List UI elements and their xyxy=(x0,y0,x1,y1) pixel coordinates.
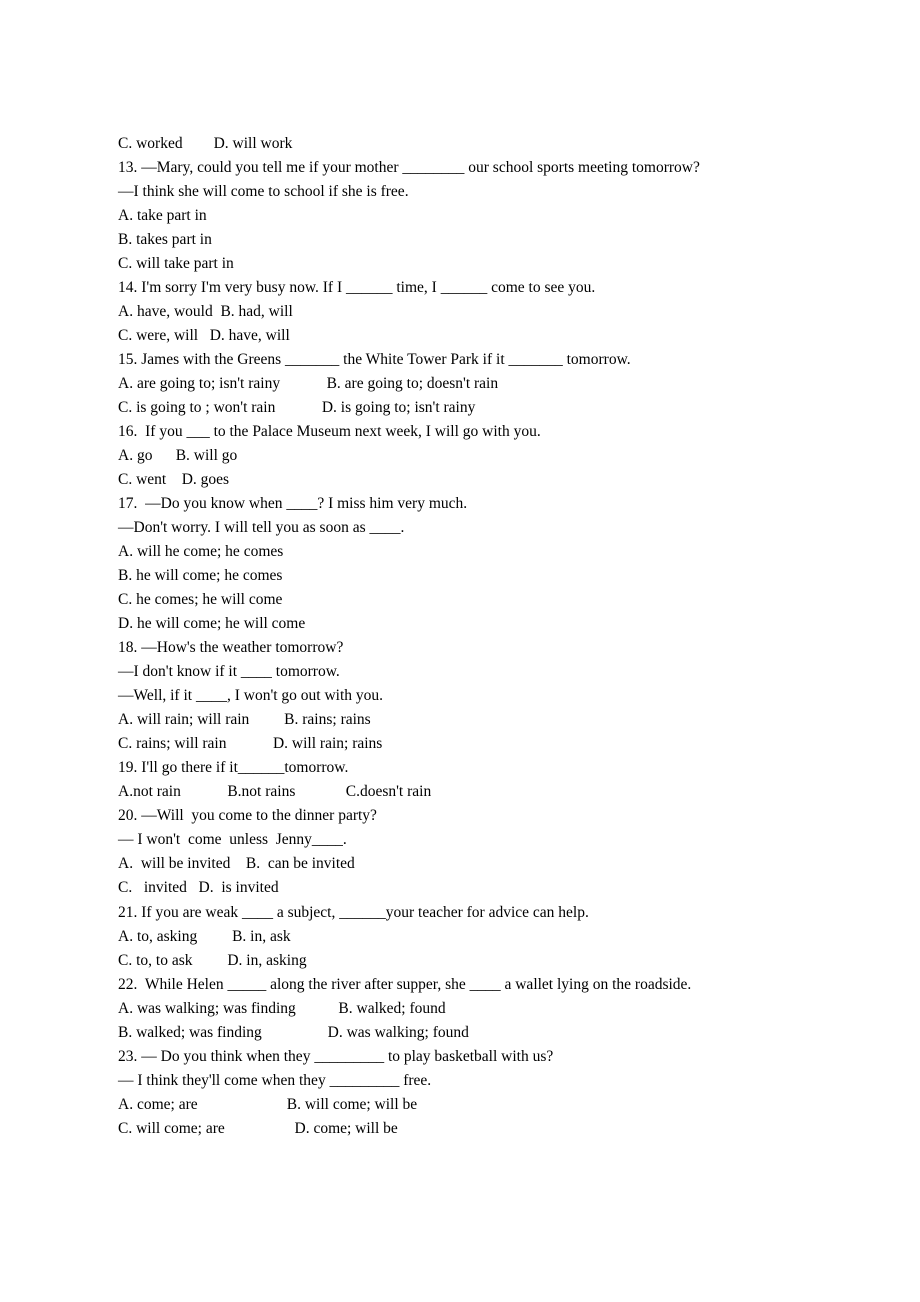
text-line: A. come; are B. will come; will be xyxy=(118,1093,805,1117)
text-line: 15. James with the Greens _______ the Wh… xyxy=(118,348,805,372)
text-line: C. worked D. will work xyxy=(118,132,805,156)
text-line: 14. I'm sorry I'm very busy now. If I __… xyxy=(118,276,805,300)
text-line: A. will he come; he comes xyxy=(118,540,805,564)
text-line: C. will take part in xyxy=(118,252,805,276)
text-line: C. will come; are D. come; will be xyxy=(118,1117,805,1141)
text-line: A. are going to; isn't rainy B. are goin… xyxy=(118,372,805,396)
text-line: B. walked; was finding D. was walking; f… xyxy=(118,1021,805,1045)
text-line: 22. While Helen _____ along the river af… xyxy=(118,973,805,997)
text-line: C. went D. goes xyxy=(118,468,805,492)
page-content: C. worked D. will work 13. —Mary, could … xyxy=(118,132,805,1141)
text-line: —I think she will come to school if she … xyxy=(118,180,805,204)
text-line: 20. —Will you come to the dinner party? xyxy=(118,804,805,828)
text-line: 21. If you are weak ____ a subject, ____… xyxy=(118,901,805,925)
text-line: C. to, to ask D. in, asking xyxy=(118,949,805,973)
text-line: A. was walking; was finding B. walked; f… xyxy=(118,997,805,1021)
text-line: C. invited D. is invited xyxy=(118,876,805,900)
text-line: A. will rain; will rain B. rains; rains xyxy=(118,708,805,732)
text-line: A. take part in xyxy=(118,204,805,228)
text-line: A. go B. will go xyxy=(118,444,805,468)
text-line: B. takes part in xyxy=(118,228,805,252)
text-line: 23. — Do you think when they _________ t… xyxy=(118,1045,805,1069)
text-line: — I think they'll come when they _______… xyxy=(118,1069,805,1093)
text-line: —Don't worry. I will tell you as soon as… xyxy=(118,516,805,540)
text-line: C. he comes; he will come xyxy=(118,588,805,612)
text-line: D. he will come; he will come xyxy=(118,612,805,636)
text-line: —Well, if it ____, I won't go out with y… xyxy=(118,684,805,708)
text-line: 17. —Do you know when ____? I miss him v… xyxy=(118,492,805,516)
text-line: A. to, asking B. in, ask xyxy=(118,925,805,949)
text-line: A.not rain B.not rains C.doesn't rain xyxy=(118,780,805,804)
text-line: 13. —Mary, could you tell me if your mot… xyxy=(118,156,805,180)
text-line: A. will be invited B. can be invited xyxy=(118,852,805,876)
text-line: 18. —How's the weather tomorrow? xyxy=(118,636,805,660)
text-line: — I won't come unless Jenny____. xyxy=(118,828,805,852)
text-line: —I don't know if it ____ tomorrow. xyxy=(118,660,805,684)
text-line: C. rains; will rain D. will rain; rains xyxy=(118,732,805,756)
text-line: C. were, will D. have, will xyxy=(118,324,805,348)
text-line: 19. I'll go there if it______tomorrow. xyxy=(118,756,805,780)
text-line: B. he will come; he comes xyxy=(118,564,805,588)
text-line: A. have, would B. had, will xyxy=(118,300,805,324)
text-line: C. is going to ; won't rain D. is going … xyxy=(118,396,805,420)
text-line: 16. If you ___ to the Palace Museum next… xyxy=(118,420,805,444)
